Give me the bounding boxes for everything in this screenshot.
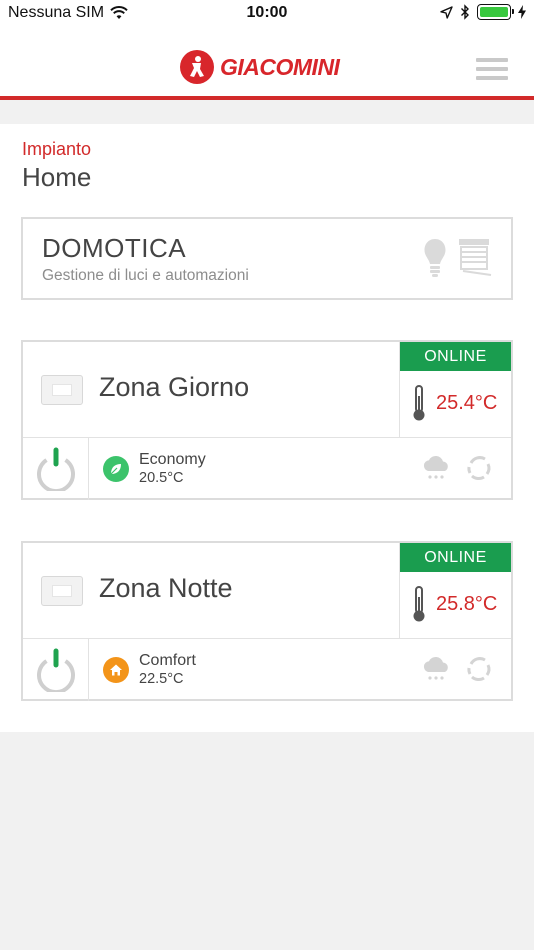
charging-bolt-icon xyxy=(518,5,526,19)
power-icon xyxy=(36,447,75,491)
domotica-title: DOMOTICA xyxy=(42,233,187,263)
power-button[interactable] xyxy=(23,639,89,701)
power-icon xyxy=(36,648,75,692)
mode-selector[interactable]: Comfort 22.5°C xyxy=(103,651,196,688)
leaf-icon xyxy=(103,455,129,482)
cloud-snow-icon[interactable] xyxy=(421,454,451,482)
thermostat-device-icon xyxy=(41,576,83,606)
logo-badge-icon xyxy=(180,50,214,84)
power-button[interactable] xyxy=(23,438,89,500)
auto-cycle-icon[interactable] xyxy=(465,454,493,482)
mode-setpoint: 22.5°C xyxy=(139,671,184,687)
mode-selector[interactable]: Economy 20.5°C xyxy=(103,450,206,487)
cloud-snow-icon[interactable] xyxy=(421,655,451,683)
menu-icon[interactable] xyxy=(476,58,508,80)
online-status-badge: ONLINE xyxy=(400,342,511,371)
current-temperature: 25.8°C xyxy=(436,592,498,615)
zone-name: Zona Notte xyxy=(99,573,233,603)
zone-card-notte[interactable]: Zona Notte ONLINE 25.8°C Comfort 22.5°C xyxy=(21,541,513,701)
domotica-card[interactable]: DOMOTICA Gestione di luci e automazioni xyxy=(21,217,513,300)
app-header: GIACOMINI xyxy=(0,28,534,100)
home-icon xyxy=(103,656,129,683)
plant-label: Impianto xyxy=(22,139,92,159)
auto-cycle-icon[interactable] xyxy=(465,655,493,683)
online-status-badge: ONLINE xyxy=(400,543,511,572)
mode-name: Economy xyxy=(139,451,206,468)
status-bar: Nessuna SIM 10:00 xyxy=(0,0,534,28)
mode-name: Comfort xyxy=(139,652,196,669)
zone-card-giorno[interactable]: Zona Giorno ONLINE 25.4°C Economy 20.5°C xyxy=(21,340,513,500)
bluetooth-icon xyxy=(461,4,469,20)
plant-name: Home xyxy=(22,162,92,192)
logo-text: GIACOMINI xyxy=(220,53,340,80)
zone-name: Zona Giorno xyxy=(99,372,250,402)
brand-logo: GIACOMINI xyxy=(180,50,340,84)
thermometer-icon xyxy=(413,586,425,622)
roller-shutter-icon xyxy=(459,239,492,276)
main-content: Impianto Home DOMOTICA Gestione di luci … xyxy=(0,124,534,732)
location-arrow-icon xyxy=(440,5,453,19)
mode-setpoint: 20.5°C xyxy=(139,470,184,486)
thermostat-device-icon xyxy=(41,375,83,405)
thermometer-icon xyxy=(413,385,425,421)
current-temperature: 25.4°C xyxy=(436,391,498,414)
battery-icon xyxy=(477,4,514,20)
light-bulb-icon xyxy=(424,239,446,277)
domotica-subtitle: Gestione di luci e automazioni xyxy=(42,267,249,284)
